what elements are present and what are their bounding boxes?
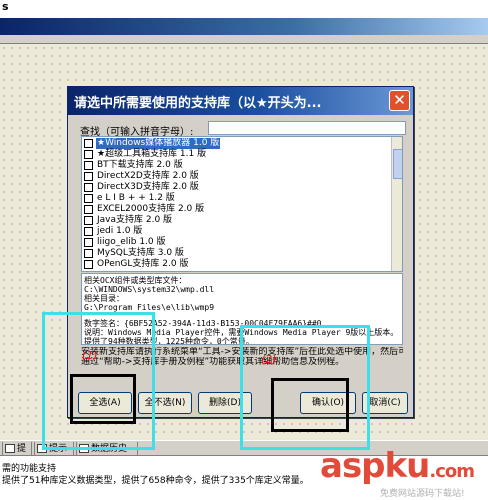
- library-label: OPenGL支持库 2.0 版: [97, 259, 189, 269]
- list-scrollbar[interactable]: [391, 137, 402, 271]
- library-checkbox[interactable]: [84, 194, 93, 203]
- library-item[interactable]: Java支持库 2.0 版: [84, 215, 384, 226]
- info-line: G:\Program Files\e\lib\wmp9: [84, 303, 215, 312]
- library-item[interactable]: ★Windows媒体播放器 1.0 版: [84, 138, 384, 149]
- library-item[interactable]: ★超级工具箱支持库 1.1 版: [84, 149, 384, 160]
- library-label: EXCEL2000支持库 2.0 版: [97, 204, 205, 214]
- watermark-prefix: asp: [320, 446, 386, 486]
- ide-top-strip: s: [0, 0, 488, 18]
- watermark: aspku.com 免费网站源码下载站!: [320, 442, 488, 500]
- library-label: MySQL支持库 3.0 版: [97, 248, 184, 258]
- library-item[interactable]: DirectX3D支持库 2.0 版: [84, 182, 384, 193]
- library-item[interactable]: liigo_elib 1.0 版: [84, 237, 384, 248]
- dialog-titlebar[interactable]: 请选中所需要使用的支持库（以★开头为... ✕: [68, 87, 413, 115]
- scrollbar-thumb[interactable]: [393, 149, 402, 179]
- library-checkbox[interactable]: [84, 238, 93, 247]
- info-line: C:\WINDOWS\system32\wmp.dll: [84, 285, 215, 294]
- library-label: ★Windows媒体播放器 1.0 版: [96, 138, 221, 149]
- library-checkbox[interactable]: [84, 216, 93, 225]
- info-line: 相关OCX组件或类型库文件：: [84, 276, 187, 285]
- output-line: 提供了51种库定义数据类型，提供了658种命令，提供了335个库定义常量。: [2, 476, 309, 486]
- library-label: BT下载支持库 2.0 版: [97, 160, 183, 170]
- ide-top-text: s: [2, 0, 9, 13]
- library-checkbox[interactable]: [84, 260, 93, 269]
- library-item[interactable]: DirectX2D支持库 2.0 版: [84, 171, 384, 182]
- highlight-select-all: [70, 374, 136, 424]
- search-input[interactable]: [208, 121, 406, 135]
- library-label: DirectX3D支持库 2.0 版: [97, 182, 199, 192]
- close-icon[interactable]: ✕: [389, 90, 410, 111]
- library-label: ★超级工具箱支持库 1.1 版: [97, 149, 207, 159]
- library-checkbox[interactable]: [84, 227, 93, 236]
- watermark-domain: .com: [429, 461, 475, 482]
- tab-tip-1[interactable]: 提示1: [2, 442, 32, 482]
- watermark-logo: aspku.com: [320, 446, 475, 486]
- library-item[interactable]: OPenGL支持库 2.0 版: [84, 259, 384, 270]
- library-checkbox[interactable]: [84, 139, 93, 148]
- watermark-subtitle: 免费网站源码下载站!: [380, 489, 465, 499]
- library-item[interactable]: MySQL支持库 3.0 版: [84, 248, 384, 259]
- document-icon: [5, 444, 15, 453]
- library-item[interactable]: e L I B + + 1.2 版: [84, 193, 384, 204]
- library-item[interactable]: BT下载支持库 2.0 版: [84, 160, 384, 171]
- library-label: liigo_elib 1.0 版: [97, 237, 166, 247]
- library-label: DirectX2D支持库 2.0 版: [97, 171, 199, 181]
- library-checkbox[interactable]: [84, 205, 93, 214]
- watermark-suffix: ku: [384, 446, 431, 486]
- ide-toolbar-separator: [0, 35, 488, 44]
- dialog-title: 请选中所需要使用的支持库（以★开头为...: [74, 96, 322, 111]
- library-label: Java支持库 2.0 版: [97, 215, 173, 225]
- library-label: jedi 1.0 版: [97, 226, 143, 236]
- library-checkbox[interactable]: [84, 172, 93, 181]
- highlight-confirm: [271, 378, 349, 432]
- library-checkbox[interactable]: [84, 249, 93, 258]
- info-line: 相关目录：: [84, 294, 124, 303]
- library-item[interactable]: jedi 1.0 版: [84, 226, 384, 237]
- library-checkbox[interactable]: [84, 150, 93, 159]
- library-list[interactable]: ★Windows媒体播放器 1.0 版 ★超级工具箱支持库 1.1 版 BT下载…: [81, 136, 403, 272]
- library-label: e L I B + + 1.2 版: [97, 193, 175, 203]
- library-checkbox[interactable]: [84, 183, 93, 192]
- library-checkbox[interactable]: [84, 161, 93, 170]
- library-item[interactable]: EXCEL2000支持库 2.0 版: [84, 204, 384, 215]
- ide-titlebar: [0, 18, 488, 35]
